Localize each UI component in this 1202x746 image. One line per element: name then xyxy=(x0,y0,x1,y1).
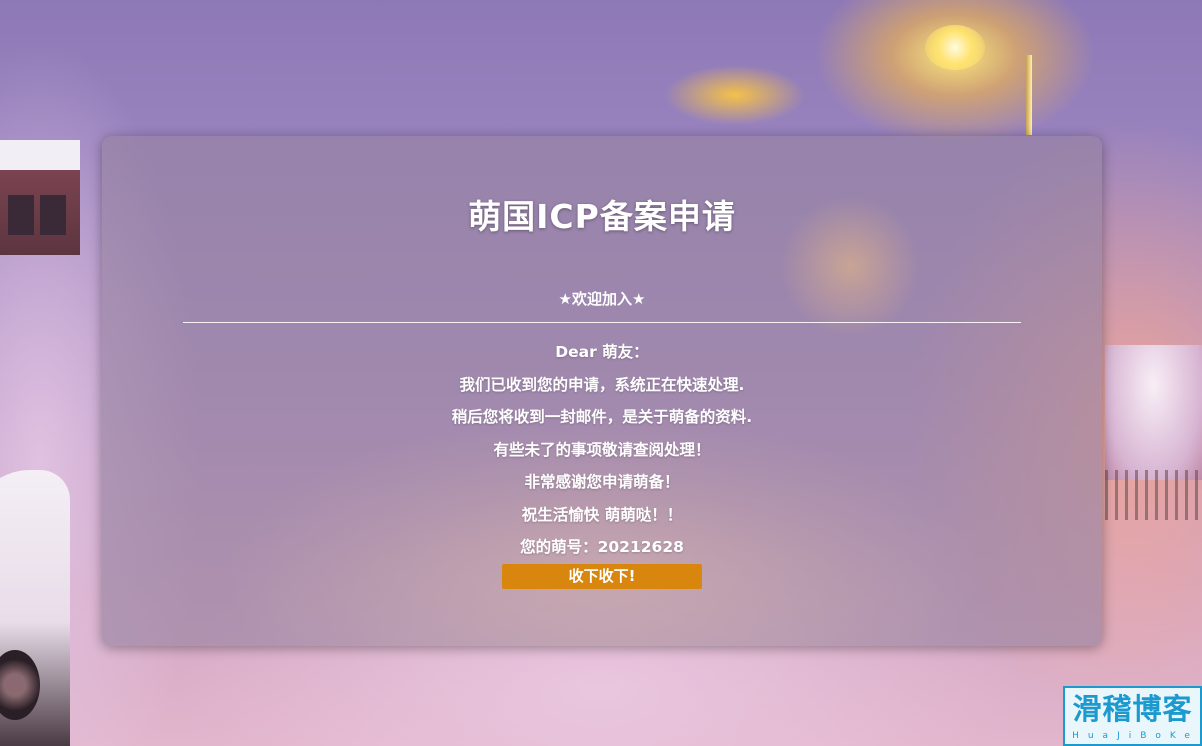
number-label: 您的萌号： xyxy=(520,538,598,556)
message-line: 有些未了的事项敬请查阅处理！ xyxy=(493,440,711,459)
watermark-logo: 滑稽博客 HuaJiBoKe xyxy=(1063,686,1202,746)
message-line: 祝生活愉快 萌萌哒！！ xyxy=(521,505,683,524)
greeting-text: Dear 萌友： xyxy=(555,343,649,361)
message-line: 我们已收到您的申请，系统正在快速处理. xyxy=(459,375,745,394)
welcome-heading: ★欢迎加入★ xyxy=(558,290,646,308)
result-card: 萌国ICP备案申请 ★欢迎加入★ Dear 萌友： 我们已收到您的申请，系统正在… xyxy=(102,136,1102,646)
car-wheel xyxy=(0,650,40,720)
divider xyxy=(183,322,1021,323)
street-lamp-post xyxy=(1026,55,1032,135)
accept-button[interactable]: 收下收下! xyxy=(502,564,702,589)
watermark-chinese: 滑稽博客 xyxy=(1072,692,1193,726)
snowy-car xyxy=(0,470,70,746)
snowy-bush xyxy=(1105,345,1202,480)
number-line: 您的萌号：20212628 xyxy=(102,531,1102,564)
message-body: Dear 萌友： 我们已收到您的申请，系统正在快速处理. 稍后您将收到一封邮件，… xyxy=(102,336,1102,564)
street-lamp-glow xyxy=(925,25,985,70)
snowy-house xyxy=(0,140,80,255)
number-value: 20212628 xyxy=(597,538,684,556)
page-title: 萌国ICP备案申请 xyxy=(468,197,736,236)
house-window xyxy=(8,195,34,235)
message-line: 稍后您将收到一封邮件，是关于萌备的资料. xyxy=(451,408,753,426)
fence xyxy=(1105,470,1202,520)
house-window xyxy=(40,195,66,235)
message-line: 非常感谢您申请萌备！ xyxy=(524,473,680,491)
watermark-pinyin: HuaJiBoKe xyxy=(1072,731,1199,741)
